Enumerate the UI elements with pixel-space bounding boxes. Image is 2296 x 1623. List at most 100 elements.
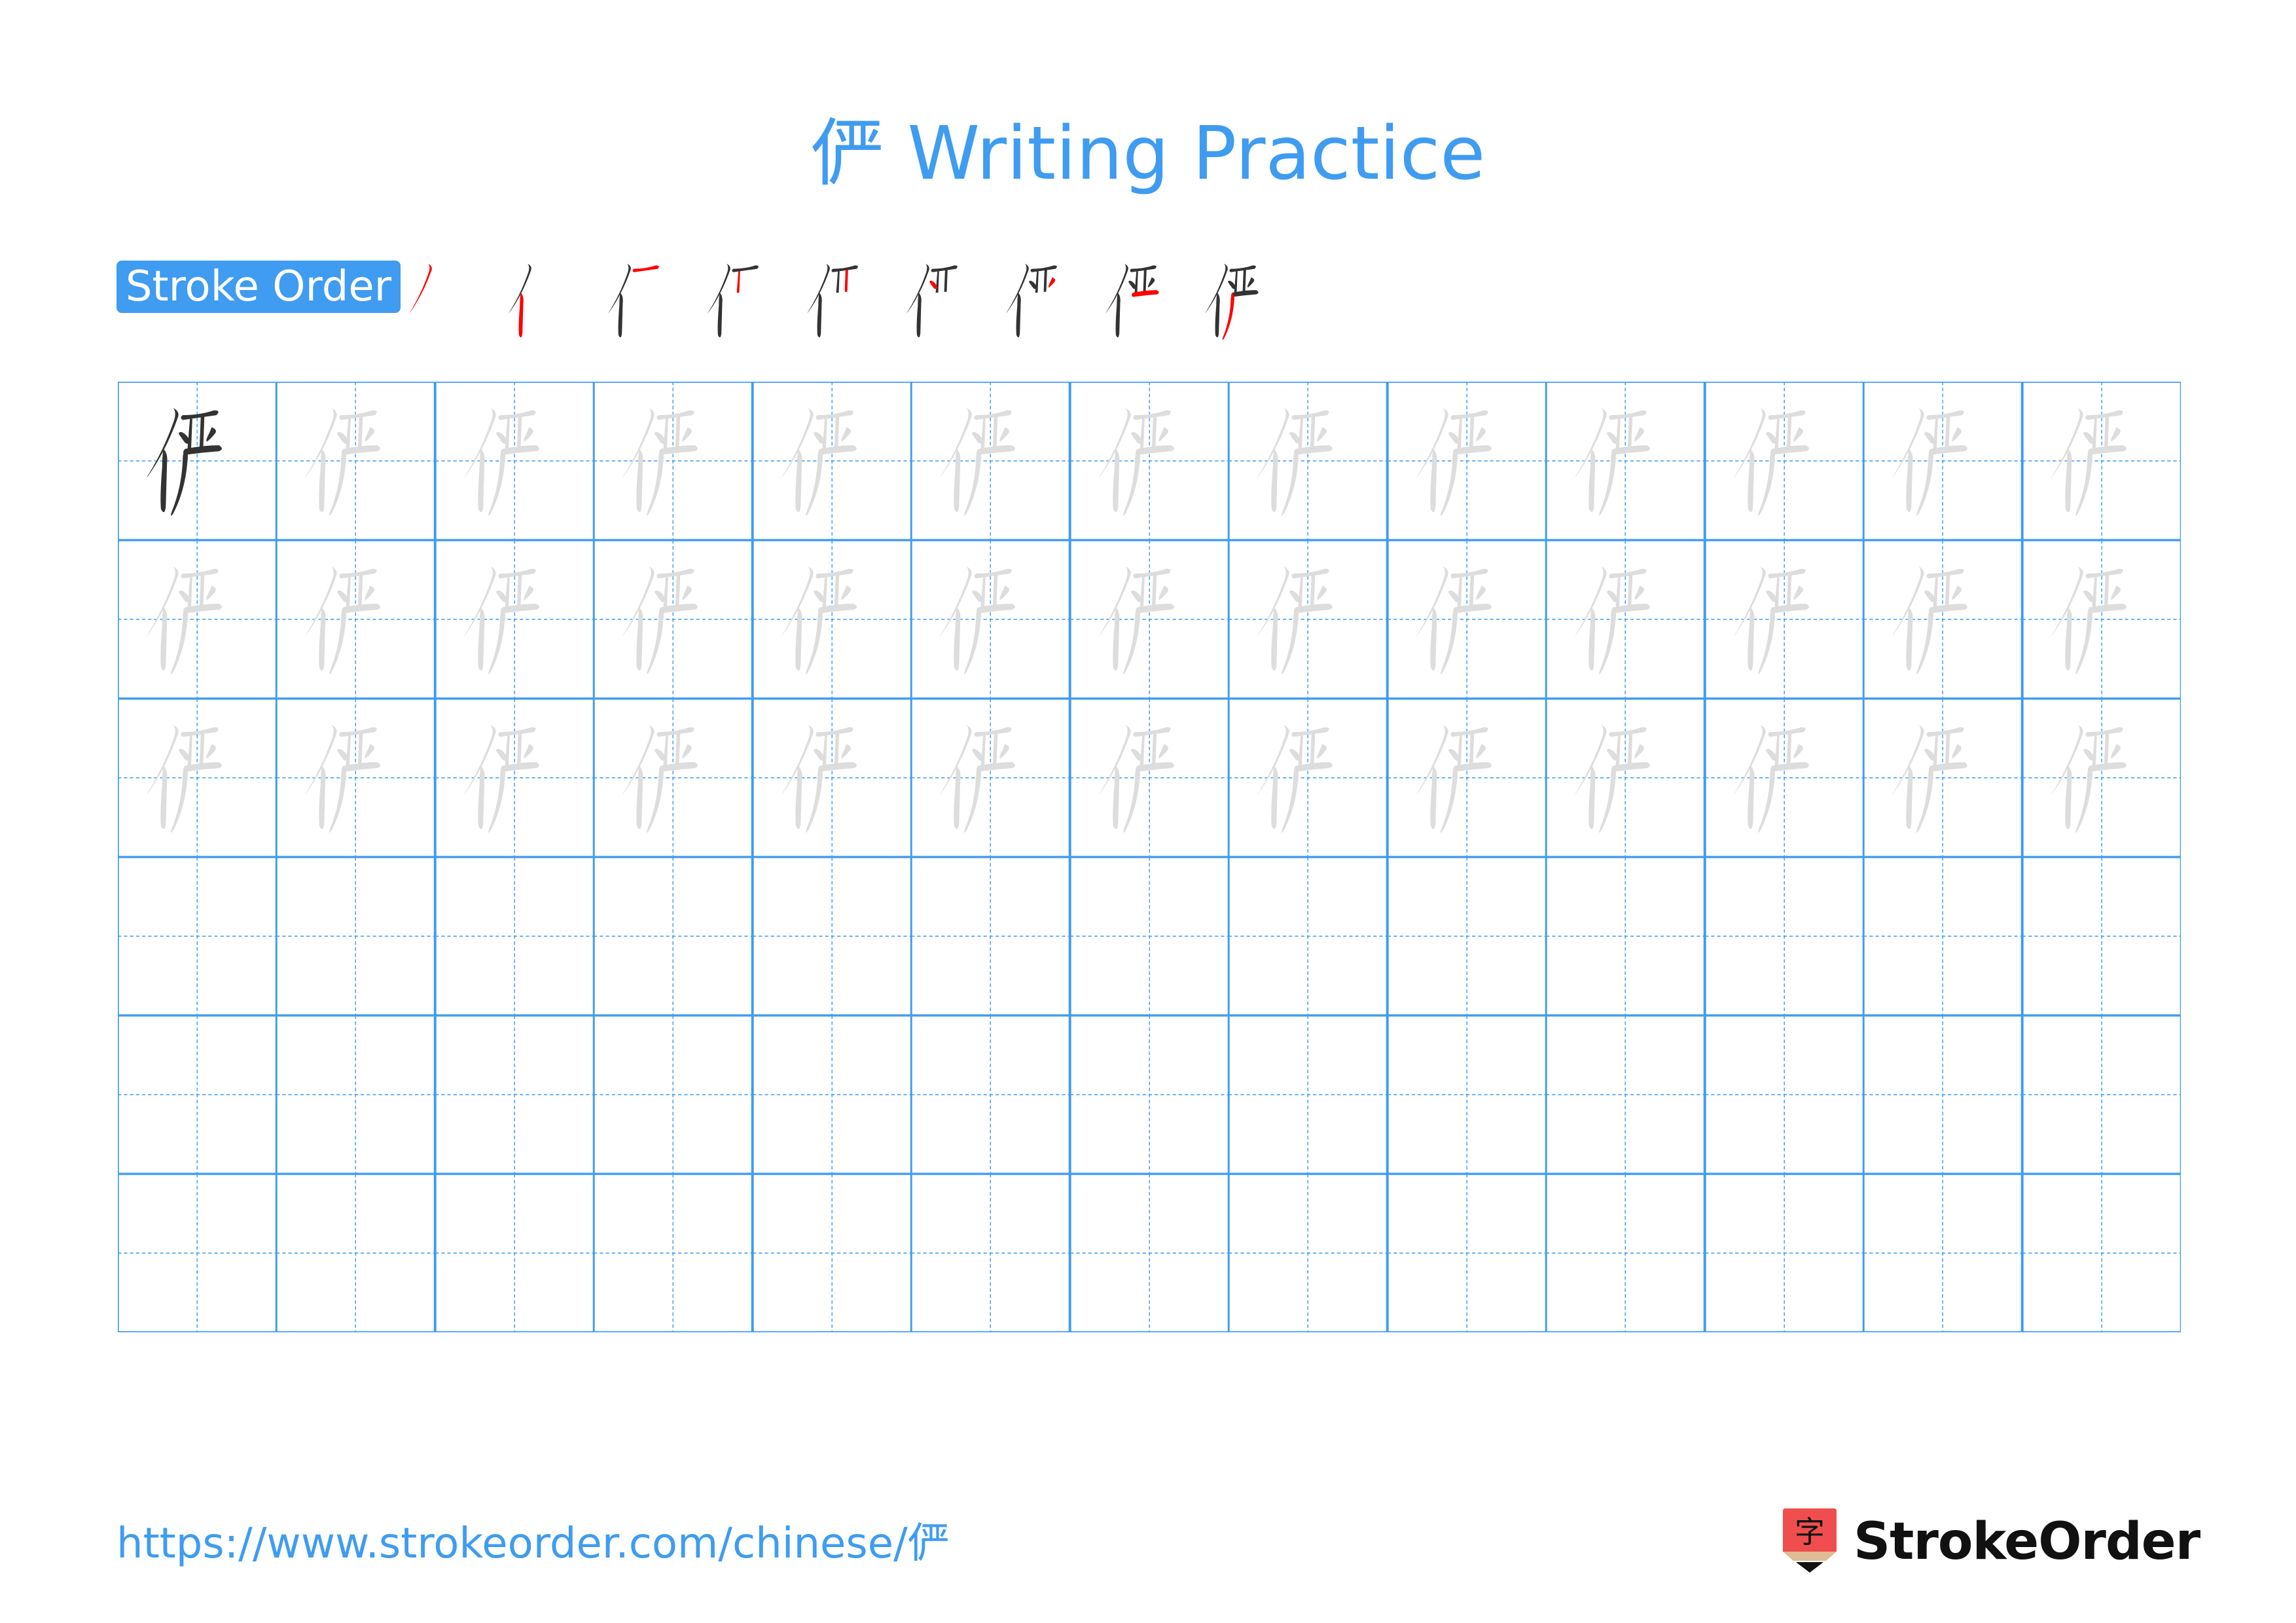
stroke-2 (817, 293, 822, 338)
grid-cell (276, 382, 435, 540)
grid-cell (1069, 857, 1229, 1015)
trace-character (1256, 566, 1333, 674)
stroke-1 (906, 263, 929, 314)
grid-cell (435, 857, 594, 1015)
grid-cell (1229, 857, 1388, 1015)
grid-cell (1229, 540, 1388, 699)
grid-cell (2022, 857, 2181, 1015)
pencil-logo-icon: 字 (1780, 1506, 1839, 1578)
trace-character (939, 566, 1016, 674)
trace-character (145, 566, 223, 674)
grid-cell (1704, 1174, 1864, 1332)
stroke-1 (607, 263, 631, 314)
model-character (145, 408, 223, 516)
grid-cell (1863, 1174, 2022, 1332)
stroke-9 (1222, 293, 1234, 340)
stroke-1 (1005, 263, 1029, 314)
stroke-4 (1234, 271, 1238, 293)
grid-cell (2022, 540, 2181, 699)
stroke-2 (518, 293, 524, 338)
grid-cell (1546, 540, 1705, 699)
grid-cell (594, 1015, 753, 1174)
trace-character (1732, 566, 1809, 674)
grid-cell (911, 1015, 1070, 1174)
grid-cell (752, 1174, 912, 1332)
trace-character (1732, 408, 1809, 516)
trace-character (1098, 566, 1174, 674)
grid-cell (1069, 1015, 1229, 1174)
trace-character (939, 408, 1016, 516)
brand-logo[interactable]: 字 StrokeOrder (1780, 1506, 2200, 1578)
trace-character (1891, 725, 1968, 833)
grid-cell (118, 382, 277, 540)
grid-cell (2022, 1015, 2181, 1174)
stroke-7 (1048, 277, 1056, 288)
stroke-step-6 (900, 259, 985, 344)
grid-cell (276, 857, 435, 1015)
grid-cell (435, 540, 594, 699)
grid-cell (594, 1174, 753, 1332)
grid-cell (1863, 382, 2022, 540)
stroke-3 (632, 265, 659, 272)
stroke-3 (931, 265, 958, 272)
trace-character (1573, 725, 1651, 833)
grid-cell (1863, 540, 2022, 699)
stroke-3 (1229, 265, 1256, 272)
stroke-1 (707, 263, 730, 314)
stroke-4 (1134, 271, 1138, 293)
grid-cell (2022, 1174, 2181, 1332)
stroke-3 (1030, 265, 1057, 272)
grid-cell (118, 857, 277, 1015)
trace-character (463, 566, 539, 674)
grid-cell (1546, 857, 1705, 1015)
trace-character (621, 408, 698, 516)
grid-cell (276, 699, 435, 857)
grid-cell (1229, 1015, 1388, 1174)
grid-cell (911, 857, 1070, 1015)
stroke-1 (408, 263, 432, 314)
grid-cell (594, 540, 753, 699)
stroke-2 (618, 293, 623, 338)
brand-name: StrokeOrder (1854, 1512, 2200, 1571)
trace-character (463, 725, 539, 833)
grid-cell (118, 699, 277, 857)
stroke-4 (836, 271, 840, 293)
stroke-3 (831, 265, 858, 272)
grid-cell (435, 1174, 594, 1332)
grid-cell (118, 1015, 277, 1174)
svg-text:字: 字 (1795, 1514, 1825, 1550)
practice-grid (118, 382, 2181, 1332)
trace-character (1098, 408, 1174, 516)
stroke-6 (1029, 280, 1037, 289)
trace-character (304, 566, 381, 674)
trace-character (2049, 566, 2126, 674)
stroke-step-3 (601, 259, 687, 344)
stroke-step-1 (403, 259, 488, 344)
trace-character (621, 725, 698, 833)
grid-cell (752, 540, 912, 699)
stroke-step-5 (800, 259, 886, 344)
trace-character (304, 725, 381, 833)
grid-cell (1229, 1174, 1388, 1332)
source-url-link[interactable]: https://www.strokeorder.com/chinese/俨 (117, 1518, 950, 1570)
trace-character (780, 408, 857, 516)
stroke-step-8 (1099, 259, 1184, 344)
stroke-5 (1043, 269, 1047, 292)
trace-character (1891, 566, 1968, 674)
grid-cell (1387, 857, 1547, 1015)
trace-character (1415, 725, 1492, 833)
page-title: 俨 Writing Practice (810, 111, 1486, 196)
trace-character (1732, 725, 1809, 833)
grid-cell (1387, 699, 1547, 857)
stroke-5 (944, 269, 948, 292)
stroke-4 (736, 271, 740, 293)
trace-character (621, 566, 698, 674)
grid-cell (594, 699, 753, 857)
stroke-5 (1242, 269, 1246, 292)
grid-cell (594, 382, 753, 540)
stroke-3 (732, 265, 759, 272)
trace-character (2049, 725, 2126, 833)
stroke-4 (1035, 271, 1039, 293)
grid-cell (752, 699, 912, 857)
grid-cell (2022, 699, 2181, 857)
